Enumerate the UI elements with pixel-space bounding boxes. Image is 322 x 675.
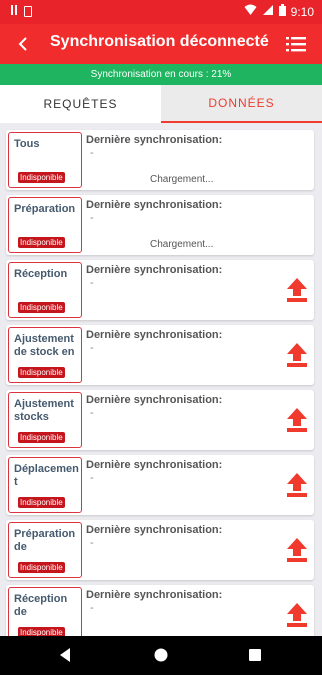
last-sync-value: - xyxy=(90,147,94,159)
list-item[interactable]: Ajustement stocks Indisponible Dernière … xyxy=(6,390,314,450)
status-badge: Indisponible xyxy=(18,367,65,378)
sync-list[interactable]: Tous Indisponible Dernière synchronisati… xyxy=(0,123,322,636)
last-sync-value: - xyxy=(90,342,94,354)
item-name-box: Tous Indisponible xyxy=(8,132,82,188)
status-badge: Indisponible xyxy=(18,172,65,183)
last-sync-value: - xyxy=(90,212,94,224)
item-name: Réception de xyxy=(14,593,68,618)
last-sync-value: - xyxy=(90,407,94,419)
last-sync-label: Dernière synchronisation: xyxy=(86,524,223,536)
item-name-box: Préparation de Indisponible xyxy=(8,522,82,578)
wifi-icon xyxy=(244,4,257,19)
item-name: Préparation xyxy=(14,203,76,215)
item-name-box: Réception de Indisponible xyxy=(8,587,82,636)
last-sync-label: Dernière synchronisation: xyxy=(86,329,223,341)
item-name: Tous xyxy=(14,138,40,150)
tab-donnees[interactable]: DONNÉES xyxy=(161,85,322,123)
item-name-box: Ajustement stocks Indisponible xyxy=(8,392,82,448)
last-sync-value: - xyxy=(90,537,94,549)
arrow-left-icon[interactable] xyxy=(12,32,36,56)
sim-icon xyxy=(24,6,32,17)
status-badge: Indisponible xyxy=(18,302,65,313)
last-sync-value: - xyxy=(90,602,94,614)
upload-arrow-icon[interactable] xyxy=(286,407,308,433)
item-name-box: Préparation Indisponible xyxy=(8,197,82,253)
status-badge: Indisponible xyxy=(18,562,65,573)
last-sync-label: Dernière synchronisation: xyxy=(86,134,223,146)
app-bar: Synchronisation déconnecté xyxy=(0,24,322,64)
item-name: Préparation de xyxy=(14,528,76,553)
recents-square-icon[interactable] xyxy=(246,646,264,664)
system-nav-bar xyxy=(0,636,322,675)
item-name: Déplacement xyxy=(14,463,79,488)
last-sync-label: Dernière synchronisation: xyxy=(86,394,223,406)
notification-icon xyxy=(10,4,20,19)
list-item[interactable]: Déplacement Indisponible Dernière synchr… xyxy=(6,455,314,515)
status-badge: Indisponible xyxy=(18,497,65,508)
battery-icon xyxy=(278,4,286,19)
upload-arrow-icon[interactable] xyxy=(286,537,308,563)
upload-arrow-icon[interactable] xyxy=(286,602,308,628)
last-sync-value: - xyxy=(90,277,94,289)
signal-icon xyxy=(262,4,274,19)
list-item[interactable]: Réception de Indisponible Dernière synch… xyxy=(6,585,314,636)
last-sync-label: Dernière synchronisation: xyxy=(86,589,223,601)
loading-text: Chargement... xyxy=(150,174,214,185)
list-item[interactable]: Ajustement de stock en Indisponible Dern… xyxy=(6,325,314,385)
item-name-box: Ajustement de stock en Indisponible xyxy=(8,327,82,383)
upload-arrow-icon[interactable] xyxy=(286,277,308,303)
sync-progress-banner: Synchronisation en cours : 21% xyxy=(0,64,322,85)
tab-bar: REQUÊTES DONNÉES xyxy=(0,85,322,123)
item-name: Ajustement de stock en xyxy=(14,333,75,358)
loading-text: Chargement... xyxy=(150,239,214,250)
list-menu-icon[interactable] xyxy=(284,32,308,56)
status-badge: Indisponible xyxy=(18,237,65,248)
last-sync-label: Dernière synchronisation: xyxy=(86,459,223,471)
home-circle-icon[interactable] xyxy=(152,646,170,664)
back-triangle-icon[interactable] xyxy=(57,646,75,664)
list-item[interactable]: Préparation de Indisponible Dernière syn… xyxy=(6,520,314,580)
item-name-box: Déplacement Indisponible xyxy=(8,457,82,513)
list-item[interactable]: Réception Indisponible Dernière synchron… xyxy=(6,260,314,320)
upload-arrow-icon[interactable] xyxy=(286,342,308,368)
list-item[interactable]: Tous Indisponible Dernière synchronisati… xyxy=(6,130,314,190)
status-badge: Indisponible xyxy=(18,627,65,636)
last-sync-label: Dernière synchronisation: xyxy=(86,264,223,276)
status-badge: Indisponible xyxy=(18,432,65,443)
tab-requetes[interactable]: REQUÊTES xyxy=(0,85,161,123)
page-title: Synchronisation déconnecté xyxy=(50,33,269,50)
upload-arrow-icon[interactable] xyxy=(286,472,308,498)
last-sync-label: Dernière synchronisation: xyxy=(86,199,223,211)
status-bar: 9:10 xyxy=(0,0,322,24)
status-time: 9:10 xyxy=(290,4,314,19)
item-name: Ajustement stocks xyxy=(14,398,74,423)
last-sync-value: - xyxy=(90,472,94,484)
item-name: Réception xyxy=(14,268,68,280)
item-name-box: Réception Indisponible xyxy=(8,262,82,318)
list-item[interactable]: Préparation Indisponible Dernière synchr… xyxy=(6,195,314,255)
